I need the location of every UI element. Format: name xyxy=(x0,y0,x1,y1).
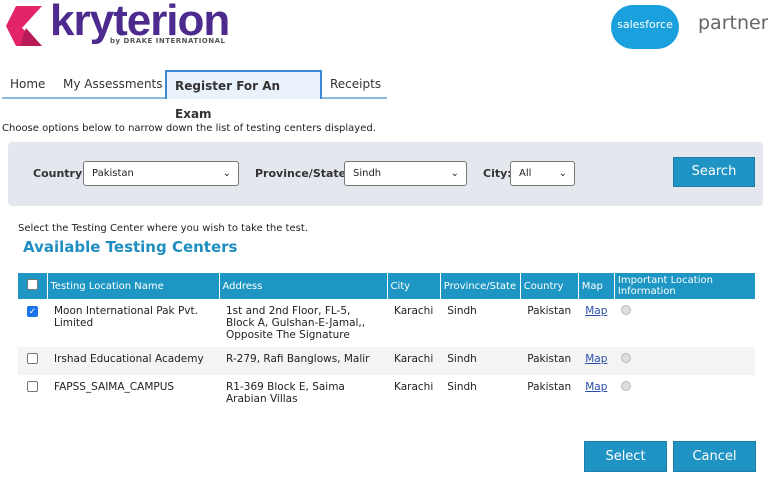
location-city: Karachi xyxy=(394,381,434,393)
province-select[interactable]: Sindh ⌄ xyxy=(344,161,467,186)
location-province: Sindh xyxy=(447,381,477,393)
city-select[interactable]: All ⌄ xyxy=(510,161,575,186)
header-province: Province/State xyxy=(439,273,521,299)
chevron-down-icon: ⌄ xyxy=(558,168,567,179)
map-link[interactable]: Map xyxy=(585,381,607,393)
kryterion-logo-icon xyxy=(6,6,42,46)
header-address: Address xyxy=(218,273,387,299)
row-checkbox[interactable]: ✓ xyxy=(27,306,38,317)
location-name: Moon International Pak Pvt. Limited xyxy=(54,305,198,329)
country-select[interactable]: Pakistan ⌄ xyxy=(83,161,239,186)
country-value: Pakistan xyxy=(92,168,134,179)
location-city: Karachi xyxy=(394,305,434,317)
tab-my-assessments[interactable]: My Assessments xyxy=(55,70,171,99)
location-province: Sindh xyxy=(440,347,521,375)
city-value: All xyxy=(519,168,532,179)
table-header: Testing Location Name Address City Provi… xyxy=(18,273,755,299)
tab-register-for-an-exam[interactable]: Register For An Exam xyxy=(165,70,322,121)
province-label: Province/State: xyxy=(255,167,351,180)
section-title: Available Testing Centers xyxy=(23,238,238,256)
map-link[interactable]: Map xyxy=(585,353,607,365)
location-address: R1-369 Block E, Saima Arabian Villas xyxy=(226,381,345,405)
select-prompt: Select the Testing Center where you wish… xyxy=(18,223,308,234)
location-country: Pakistan xyxy=(527,381,572,393)
brand-tagline: by DRAKE INTERNATIONAL xyxy=(110,37,226,45)
country-label: Country: xyxy=(33,167,87,180)
table-row: FAPSS_SAIMA_CAMPUS R1-369 Block E, Saima… xyxy=(18,375,755,411)
location-country: Pakistan xyxy=(520,347,579,375)
province-value: Sindh xyxy=(353,168,382,179)
location-city: Karachi xyxy=(387,347,441,375)
salesforce-logo: salesforce xyxy=(611,5,679,49)
search-button[interactable]: Search xyxy=(673,157,755,187)
header-name: Testing Location Name xyxy=(46,273,219,299)
header-city: City xyxy=(386,273,441,299)
location-province: Sindh xyxy=(447,305,477,317)
location-name: FAPSS_SAIMA_CAMPUS xyxy=(54,381,175,393)
table-row: Irshad Educational Academy R-279, Rafi B… xyxy=(18,347,755,375)
chevron-down-icon: ⌄ xyxy=(450,168,459,179)
cancel-button[interactable]: Cancel xyxy=(673,441,756,472)
city-label: City: xyxy=(483,167,512,180)
location-address: 1st and 2nd Floor, FL-5, Block A, Gulsha… xyxy=(226,305,366,341)
info-radio[interactable] xyxy=(621,381,632,391)
header-map: Map xyxy=(577,273,615,299)
partner-label: partner xyxy=(698,12,768,34)
select-all-checkbox[interactable] xyxy=(26,279,38,290)
row-checkbox[interactable] xyxy=(27,353,38,364)
header-country: Country xyxy=(519,273,579,299)
instructions: Choose options below to narrow down the … xyxy=(2,123,376,134)
location-address: R-279, Rafi Banglows, Malir xyxy=(219,347,387,375)
header-info: Important Location Information xyxy=(613,273,755,299)
testing-centers-table: Testing Location Name Address City Provi… xyxy=(18,273,755,411)
table-row: ✓ Moon International Pak Pvt. Limited 1s… xyxy=(18,299,755,347)
chevron-down-icon: ⌄ xyxy=(222,168,231,179)
map-link[interactable]: Map xyxy=(585,305,607,317)
location-country: Pakistan xyxy=(527,305,572,317)
tab-receipts[interactable]: Receipts xyxy=(322,70,389,99)
select-button[interactable]: Select xyxy=(584,441,667,472)
location-name: Irshad Educational Academy xyxy=(47,347,219,375)
row-checkbox[interactable] xyxy=(27,381,38,392)
info-radio[interactable] xyxy=(621,353,632,363)
info-radio[interactable] xyxy=(621,305,632,315)
tab-bar: Home My Assessments Register For An Exam… xyxy=(2,70,389,121)
tab-home[interactable]: Home xyxy=(2,70,53,99)
